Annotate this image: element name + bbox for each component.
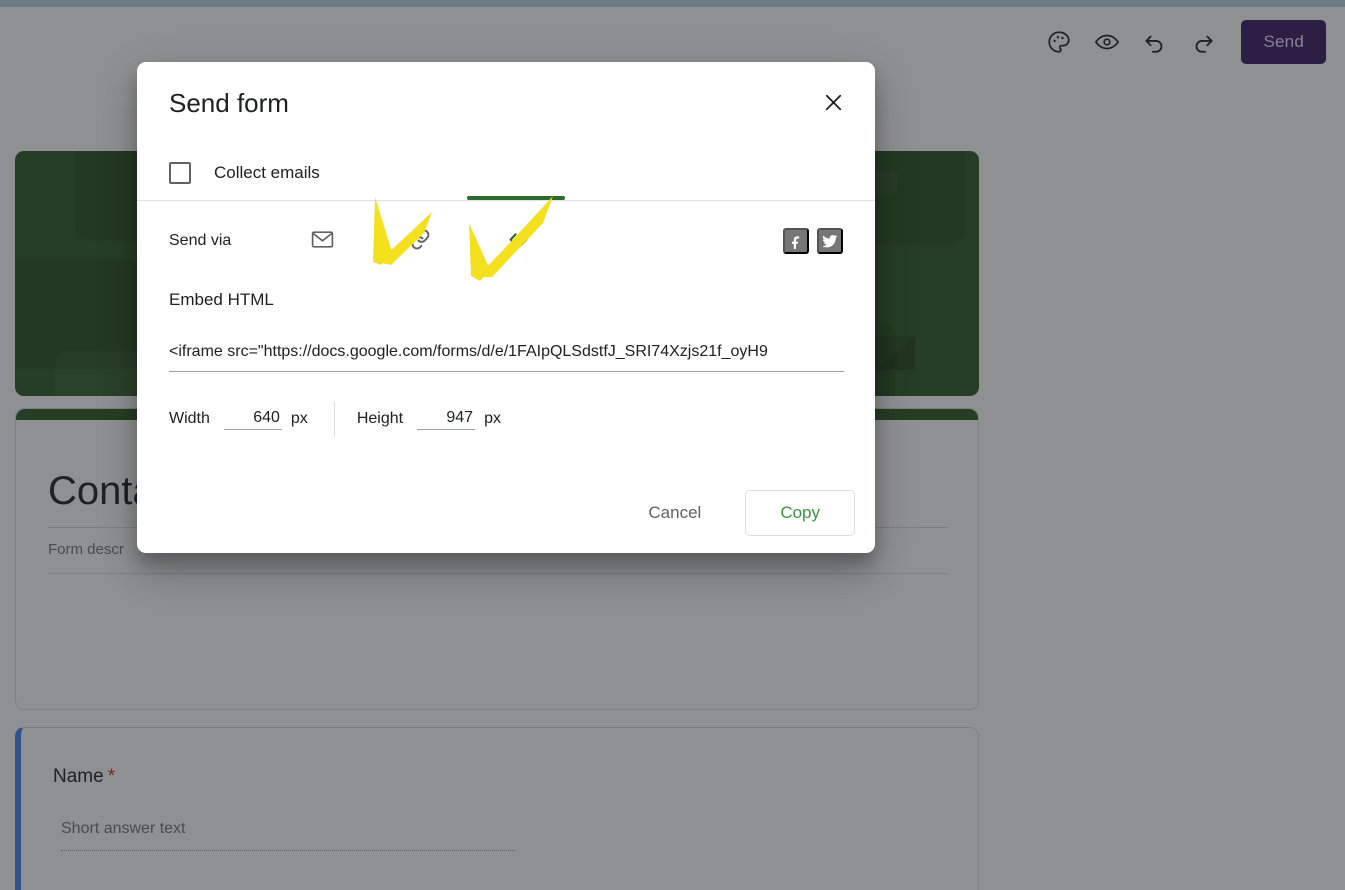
dimensions-row: Width px Height px <box>169 402 501 436</box>
tab-email[interactable] <box>273 217 371 265</box>
send-via-label: Send via <box>169 232 232 249</box>
collect-emails-checkbox[interactable] <box>169 162 191 184</box>
dimensions-divider <box>333 402 335 436</box>
email-icon <box>310 227 335 255</box>
tab-link[interactable] <box>371 217 469 265</box>
send-via-tabs <box>273 217 567 265</box>
embed-html-input[interactable] <box>169 332 844 372</box>
link-icon <box>408 227 433 255</box>
width-input[interactable] <box>223 408 282 430</box>
facebook-icon[interactable] <box>783 228 809 254</box>
twitter-icon[interactable] <box>817 228 843 254</box>
send-form-dialog: Send form Collect emails Send via Embed … <box>137 62 875 553</box>
tab-embed-html[interactable] <box>469 217 567 265</box>
copy-button[interactable]: Copy <box>745 490 855 536</box>
height-unit: px <box>484 410 501 427</box>
screen: Send form Collect emails Send via Embed … <box>0 0 1345 890</box>
tab-bar-divider <box>137 200 875 201</box>
collect-emails-row[interactable]: Collect emails <box>169 162 320 184</box>
height-label: Height <box>356 410 404 427</box>
send-via-row: Send via <box>169 217 843 265</box>
close-icon[interactable] <box>811 80 855 124</box>
width-label: Width <box>169 410 210 427</box>
social-share-buttons <box>783 228 843 254</box>
collect-emails-label: Collect emails <box>214 163 320 182</box>
cancel-button[interactable]: Cancel <box>632 493 717 533</box>
dialog-actions: Cancel Copy <box>632 490 855 536</box>
active-tab-indicator <box>467 196 565 200</box>
embed-html-section-label: Embed HTML <box>169 290 274 309</box>
embed-code-icon <box>505 226 532 256</box>
dialog-title: Send form <box>169 88 289 118</box>
width-unit: px <box>290 410 308 427</box>
height-input[interactable] <box>417 408 476 430</box>
